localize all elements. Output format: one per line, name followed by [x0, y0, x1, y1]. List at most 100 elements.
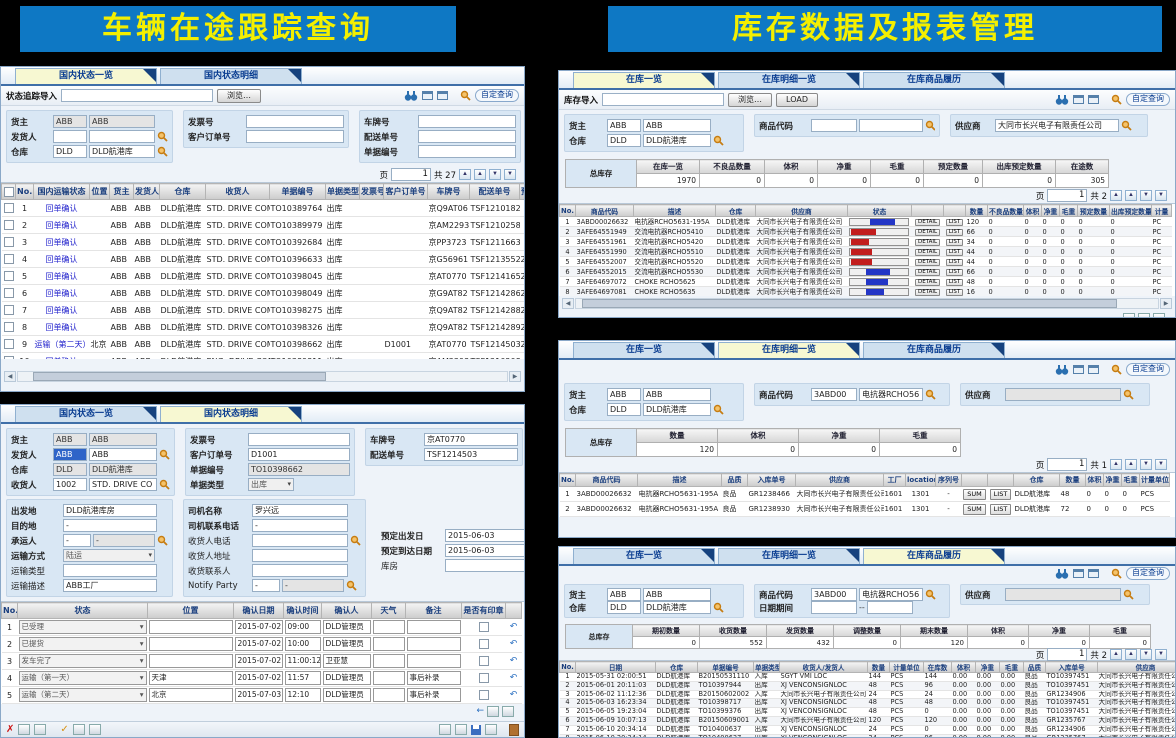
next-page-icon[interactable]: ▼: [1140, 190, 1152, 201]
row-checkbox[interactable]: [4, 356, 14, 359]
row-checkbox[interactable]: [4, 203, 14, 213]
paste-icon[interactable]: [34, 724, 46, 735]
detail-button[interactable]: DETAIL: [915, 239, 940, 246]
cell-input[interactable]: 事后补录: [407, 688, 461, 702]
status-select[interactable]: 已提货▾: [19, 637, 147, 651]
scroll-thumb[interactable]: [33, 372, 326, 381]
status-link[interactable]: 回单确认: [46, 357, 78, 360]
text-field[interactable]: [63, 564, 157, 577]
text-field[interactable]: DLD: [53, 145, 87, 158]
text-field[interactable]: TO10398662: [248, 463, 350, 476]
list-button[interactable]: LIST: [946, 269, 964, 276]
status-link[interactable]: 运输（第二天）: [35, 340, 90, 349]
cell-input[interactable]: [149, 637, 233, 651]
list-button[interactable]: LIST: [946, 259, 964, 266]
cell-input[interactable]: [373, 654, 405, 668]
detail-button[interactable]: DETAIL: [915, 219, 940, 226]
undo-icon[interactable]: ↶: [510, 656, 518, 666]
row-checkbox[interactable]: [479, 639, 489, 649]
cell-input[interactable]: [149, 620, 233, 634]
text-field[interactable]: TSF1214503: [424, 448, 518, 461]
prev-page-icon[interactable]: ▲: [1125, 649, 1137, 660]
window-icon[interactable]: [1088, 95, 1099, 104]
magnifier-icon[interactable]: [346, 580, 357, 591]
text-field[interactable]: DLD航港库: [89, 145, 155, 158]
stock-import-file-input[interactable]: [602, 93, 724, 106]
text-field[interactable]: ABB: [607, 119, 641, 132]
detail-button[interactable]: DETAIL: [915, 269, 940, 276]
last-page-icon[interactable]: ▼: [1155, 459, 1167, 470]
text-field[interactable]: [252, 564, 348, 577]
text-field[interactable]: ABB: [643, 119, 711, 132]
check-icon[interactable]: ✓: [60, 725, 68, 735]
text-field[interactable]: 2015-06-03: [445, 544, 525, 557]
text-field[interactable]: 京AT0770: [424, 433, 518, 446]
row-checkbox[interactable]: [479, 656, 489, 666]
status-select[interactable]: 发车完了▾: [19, 654, 147, 668]
undo-icon[interactable]: ↶: [510, 622, 518, 632]
text-field[interactable]: [53, 130, 87, 143]
magnifier-icon[interactable]: [925, 389, 936, 400]
tab-在库商品履历[interactable]: 在库商品履历: [863, 548, 1005, 564]
row-checkbox[interactable]: [4, 271, 14, 281]
browse-button[interactable]: 浏览…: [217, 89, 261, 103]
row-checkbox[interactable]: [4, 322, 14, 332]
magnifier-icon[interactable]: [713, 135, 724, 146]
tab-在库一览[interactable]: 在库一览: [573, 72, 715, 88]
horizontal-scrollbar[interactable]: ◀ ▶: [4, 371, 521, 382]
scroll-track[interactable]: [17, 371, 508, 382]
text-field[interactable]: -: [282, 579, 344, 592]
text-field[interactable]: 大同市长兴电子有限责任公司: [995, 119, 1119, 132]
scroll-left-icon[interactable]: ◀: [562, 298, 574, 309]
list-button[interactable]: LIST: [990, 489, 1012, 500]
tab-国内状态一览[interactable]: 国内状态一览: [15, 406, 157, 422]
scroll-thumb[interactable]: [582, 299, 1117, 308]
next-page-icon[interactable]: ▼: [1140, 459, 1152, 470]
tab-在库商品履历[interactable]: 在库商品履历: [863, 72, 1005, 88]
magnifier-icon[interactable]: [1111, 94, 1122, 105]
text-field[interactable]: 陆运: [63, 549, 155, 562]
status-select[interactable]: 运输（第二天）▾: [19, 688, 147, 702]
text-field[interactable]: DLD航港库: [89, 463, 157, 476]
detail-button[interactable]: DETAIL: [915, 279, 940, 286]
page-number-input[interactable]: 1: [1047, 458, 1087, 471]
text-field[interactable]: ABB: [607, 588, 641, 601]
tab-国内状态明细[interactable]: 国内状态明细: [160, 68, 302, 84]
text-field[interactable]: 3ABD00: [811, 388, 857, 401]
browse-button[interactable]: 浏览…: [728, 93, 772, 107]
last-page-icon[interactable]: ▼: [1155, 190, 1167, 201]
row-checkbox[interactable]: [4, 305, 14, 315]
text-field[interactable]: ABB: [53, 433, 87, 446]
cell-input[interactable]: 2015-07-03: [235, 688, 283, 702]
exit-icon[interactable]: [509, 724, 519, 736]
magnifier-icon[interactable]: [925, 589, 936, 600]
cell-input[interactable]: 10:00: [285, 637, 321, 651]
cell-input[interactable]: 09:00: [285, 620, 321, 634]
text-field[interactable]: ABB: [643, 588, 711, 601]
window-icon[interactable]: [1088, 569, 1099, 578]
text-field[interactable]: 1002: [53, 478, 87, 491]
magnifier-icon[interactable]: [159, 449, 170, 460]
text-field[interactable]: -: [252, 519, 348, 532]
status-link[interactable]: 回单确认: [46, 289, 78, 298]
custom-query-button[interactable]: 自定查询: [475, 89, 519, 102]
tab-在库商品履历[interactable]: 在库商品履历: [863, 342, 1005, 358]
text-field[interactable]: [246, 130, 344, 143]
new-icon[interactable]: [73, 724, 85, 735]
tab-在库明细一览[interactable]: 在库明细一览: [718, 342, 860, 358]
undo-icon[interactable]: ↶: [510, 673, 518, 683]
magnifier-icon[interactable]: [925, 120, 935, 131]
custom-query-button[interactable]: 自定查询: [1126, 567, 1170, 580]
row-checkbox[interactable]: [4, 339, 14, 349]
cell-input[interactable]: DLD管理员: [323, 620, 371, 634]
cell-input[interactable]: 12:10: [285, 688, 321, 702]
history-icon[interactable]: [455, 724, 467, 735]
magnifier-icon[interactable]: [713, 404, 724, 415]
settings-icon[interactable]: [485, 724, 497, 735]
tab-在库一览[interactable]: 在库一览: [573, 342, 715, 358]
status-link[interactable]: 回单确认: [46, 221, 78, 230]
cell-input[interactable]: [149, 654, 233, 668]
last-page-icon[interactable]: ▼: [1155, 649, 1167, 660]
text-field[interactable]: [252, 534, 348, 547]
magnifier-icon[interactable]: [1111, 568, 1122, 579]
